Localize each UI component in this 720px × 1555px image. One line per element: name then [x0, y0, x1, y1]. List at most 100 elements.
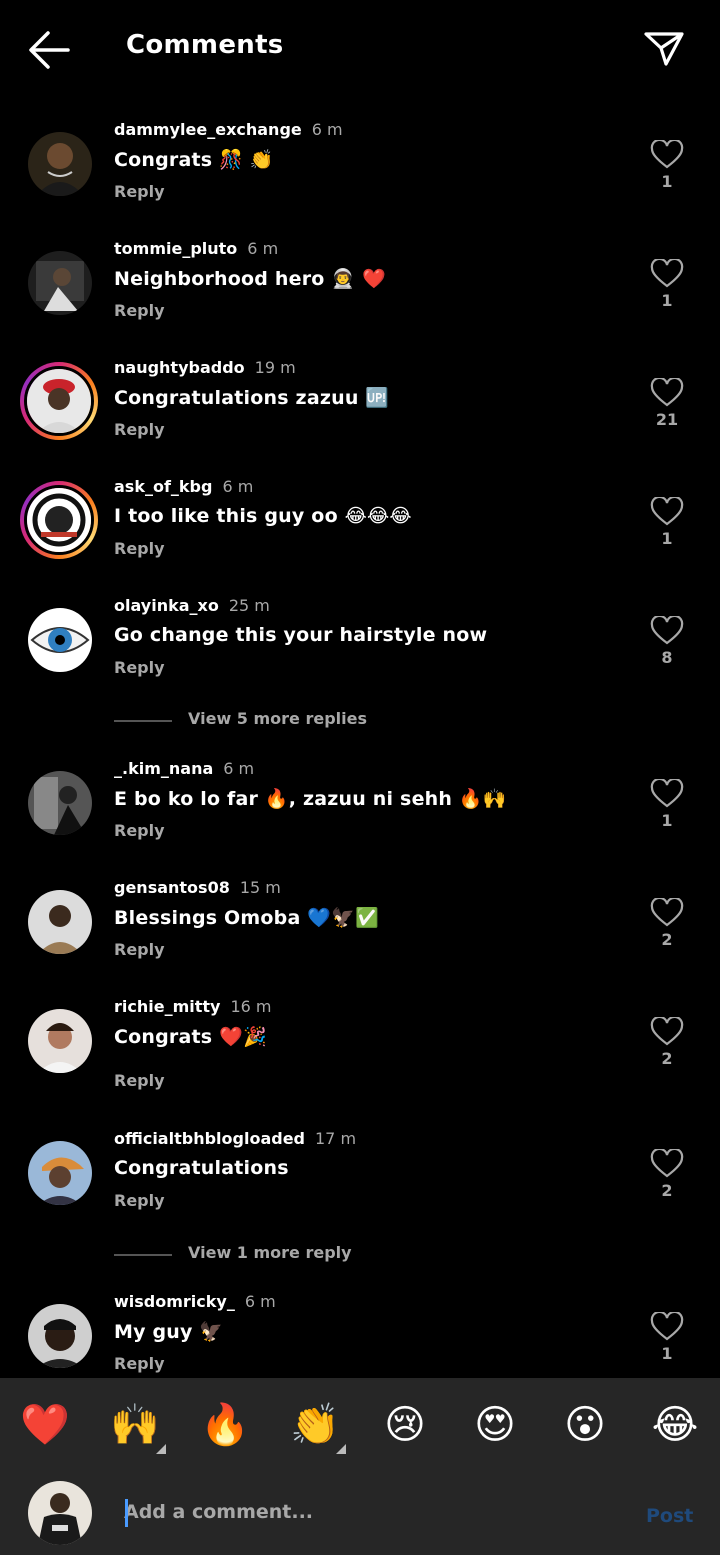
reply-button[interactable]: Reply: [114, 301, 165, 320]
heart-icon[interactable]: [650, 1017, 684, 1047]
like-count: 1: [661, 172, 673, 191]
like-count: 21: [655, 410, 679, 429]
reaction-clap-glyph: 👏: [290, 1402, 340, 1448]
page-title: Comments: [126, 30, 284, 60]
reply-button[interactable]: Reply: [114, 821, 165, 840]
comment-text: E bo ko lo far 🔥, zazuu ni sehh 🔥🙌: [114, 788, 507, 810]
comment-text: Congrats 🎊 👏: [114, 149, 274, 171]
heart-icon[interactable]: [650, 259, 684, 289]
timestamp: 6 m: [223, 759, 255, 778]
reaction-heart-eyes[interactable]: 😍: [470, 1400, 520, 1450]
like-count: 1: [661, 529, 673, 548]
back-arrow-icon[interactable]: [26, 28, 72, 72]
username[interactable]: dammylee_exchange: [114, 120, 302, 139]
reply-button[interactable]: Reply: [114, 420, 165, 439]
heart-icon[interactable]: [650, 140, 684, 170]
reply-button[interactable]: Reply: [114, 940, 165, 959]
reply-button[interactable]: Reply: [114, 1354, 165, 1373]
timestamp: 6 m: [247, 239, 279, 258]
like-count: 8: [661, 648, 673, 667]
timestamp: 6 m: [311, 120, 343, 139]
avatar-story-ring[interactable]: [20, 481, 98, 559]
avatar[interactable]: [28, 1141, 92, 1205]
avatar[interactable]: [28, 890, 92, 954]
view-more-label: View 5 more replies: [188, 709, 368, 728]
timestamp: 19 m: [254, 358, 296, 377]
comment-meta: richie_mitty 16 m: [114, 997, 272, 1016]
like-count: 1: [661, 811, 673, 830]
skin-tone-indicator-icon: [336, 1444, 346, 1454]
comment-meta: wisdomricky_ 6 m: [114, 1292, 276, 1311]
comment-text: Congratulations zazuu 🆙: [114, 387, 390, 409]
username[interactable]: tommie_pluto: [114, 239, 237, 258]
like-count: 1: [661, 291, 673, 310]
avatar[interactable]: [28, 608, 92, 672]
comment-text: Neighborhood hero 👨‍🚀 ❤️: [114, 268, 386, 290]
post-button[interactable]: Post: [646, 1505, 693, 1527]
reply-button[interactable]: Reply: [114, 182, 165, 201]
username[interactable]: _.kim_nana: [114, 759, 213, 778]
comment-meta: olayinka_xo 25 m: [114, 596, 270, 615]
reply-button[interactable]: Reply: [114, 1071, 165, 1090]
comment-text: I too like this guy oo 😂😂😂: [114, 505, 412, 527]
timestamp: 17 m: [315, 1129, 357, 1148]
comment-meta: _.kim_nana 6 m: [114, 759, 254, 778]
skin-tone-indicator-icon: [156, 1444, 166, 1454]
avatar[interactable]: [28, 1009, 92, 1073]
like-count: 1: [661, 1344, 673, 1363]
comment-meta: officialtbhblogloaded 17 m: [114, 1129, 356, 1148]
quick-reactions-bar: ❤️ 🙌 🔥 👏 😢 😍 😮 😂: [0, 1378, 720, 1473]
heart-icon[interactable]: [650, 1149, 684, 1179]
heart-icon[interactable]: [650, 898, 684, 928]
comment-text: Blessings Omoba 💙🦅✅: [114, 907, 379, 929]
timestamp: 15 m: [239, 878, 281, 897]
comment-text: Congratulations: [114, 1157, 289, 1179]
timestamp: 6 m: [244, 1292, 276, 1311]
reaction-raised-hands[interactable]: 🙌: [110, 1400, 166, 1454]
avatar-story-ring[interactable]: [20, 362, 98, 440]
divider: [114, 720, 172, 722]
reaction-laughing[interactable]: 😂: [650, 1400, 700, 1450]
reply-button[interactable]: Reply: [114, 1191, 165, 1210]
reaction-surprised[interactable]: 😮: [560, 1400, 610, 1450]
avatar: [24, 366, 94, 436]
current-user-avatar: [28, 1481, 92, 1545]
comments-list[interactable]: dammylee_exchange 6 m Congrats 🎊 👏 Reply …: [0, 100, 720, 1378]
heart-icon[interactable]: [650, 378, 684, 408]
heart-icon[interactable]: [650, 616, 684, 646]
reply-button[interactable]: Reply: [114, 539, 165, 558]
comment-meta: ask_of_kbg 6 m: [114, 477, 253, 496]
username[interactable]: gensantos08: [114, 878, 230, 897]
comment-text: Go change this your hairstyle now: [114, 624, 488, 646]
username[interactable]: richie_mitty: [114, 997, 220, 1016]
reaction-heart[interactable]: ❤️: [20, 1400, 70, 1450]
username[interactable]: ask_of_kbg: [114, 477, 212, 496]
reply-button[interactable]: Reply: [114, 658, 165, 677]
send-icon[interactable]: [640, 26, 688, 70]
comment-text: My guy 🦅: [114, 1321, 224, 1343]
comment-meta: gensantos08 15 m: [114, 878, 281, 897]
reaction-crying[interactable]: 😢: [380, 1400, 430, 1450]
comment-meta: tommie_pluto 6 m: [114, 239, 278, 258]
heart-icon[interactable]: [650, 1312, 684, 1342]
reaction-clap[interactable]: 👏: [290, 1400, 346, 1454]
avatar[interactable]: [28, 1304, 92, 1368]
comment-composer: Post: [0, 1473, 720, 1555]
username[interactable]: wisdomricky_: [114, 1292, 235, 1311]
comment-text: Congrats ❤️🎉: [114, 1026, 267, 1048]
comment-meta: dammylee_exchange 6 m: [114, 120, 343, 139]
heart-icon[interactable]: [650, 779, 684, 809]
username[interactable]: naughtybaddo: [114, 358, 245, 377]
view-more-label: View 1 more reply: [188, 1243, 352, 1262]
reaction-raised-hands-glyph: 🙌: [110, 1402, 160, 1448]
avatar[interactable]: [28, 251, 92, 315]
username[interactable]: olayinka_xo: [114, 596, 219, 615]
username[interactable]: officialtbhblogloaded: [114, 1129, 305, 1148]
comment-meta: naughtybaddo 19 m: [114, 358, 296, 377]
reaction-fire[interactable]: 🔥: [200, 1400, 250, 1450]
avatar[interactable]: [28, 132, 92, 196]
avatar: [24, 485, 94, 555]
avatar[interactable]: [28, 771, 92, 835]
comment-input[interactable]: [124, 1497, 604, 1527]
heart-icon[interactable]: [650, 497, 684, 527]
